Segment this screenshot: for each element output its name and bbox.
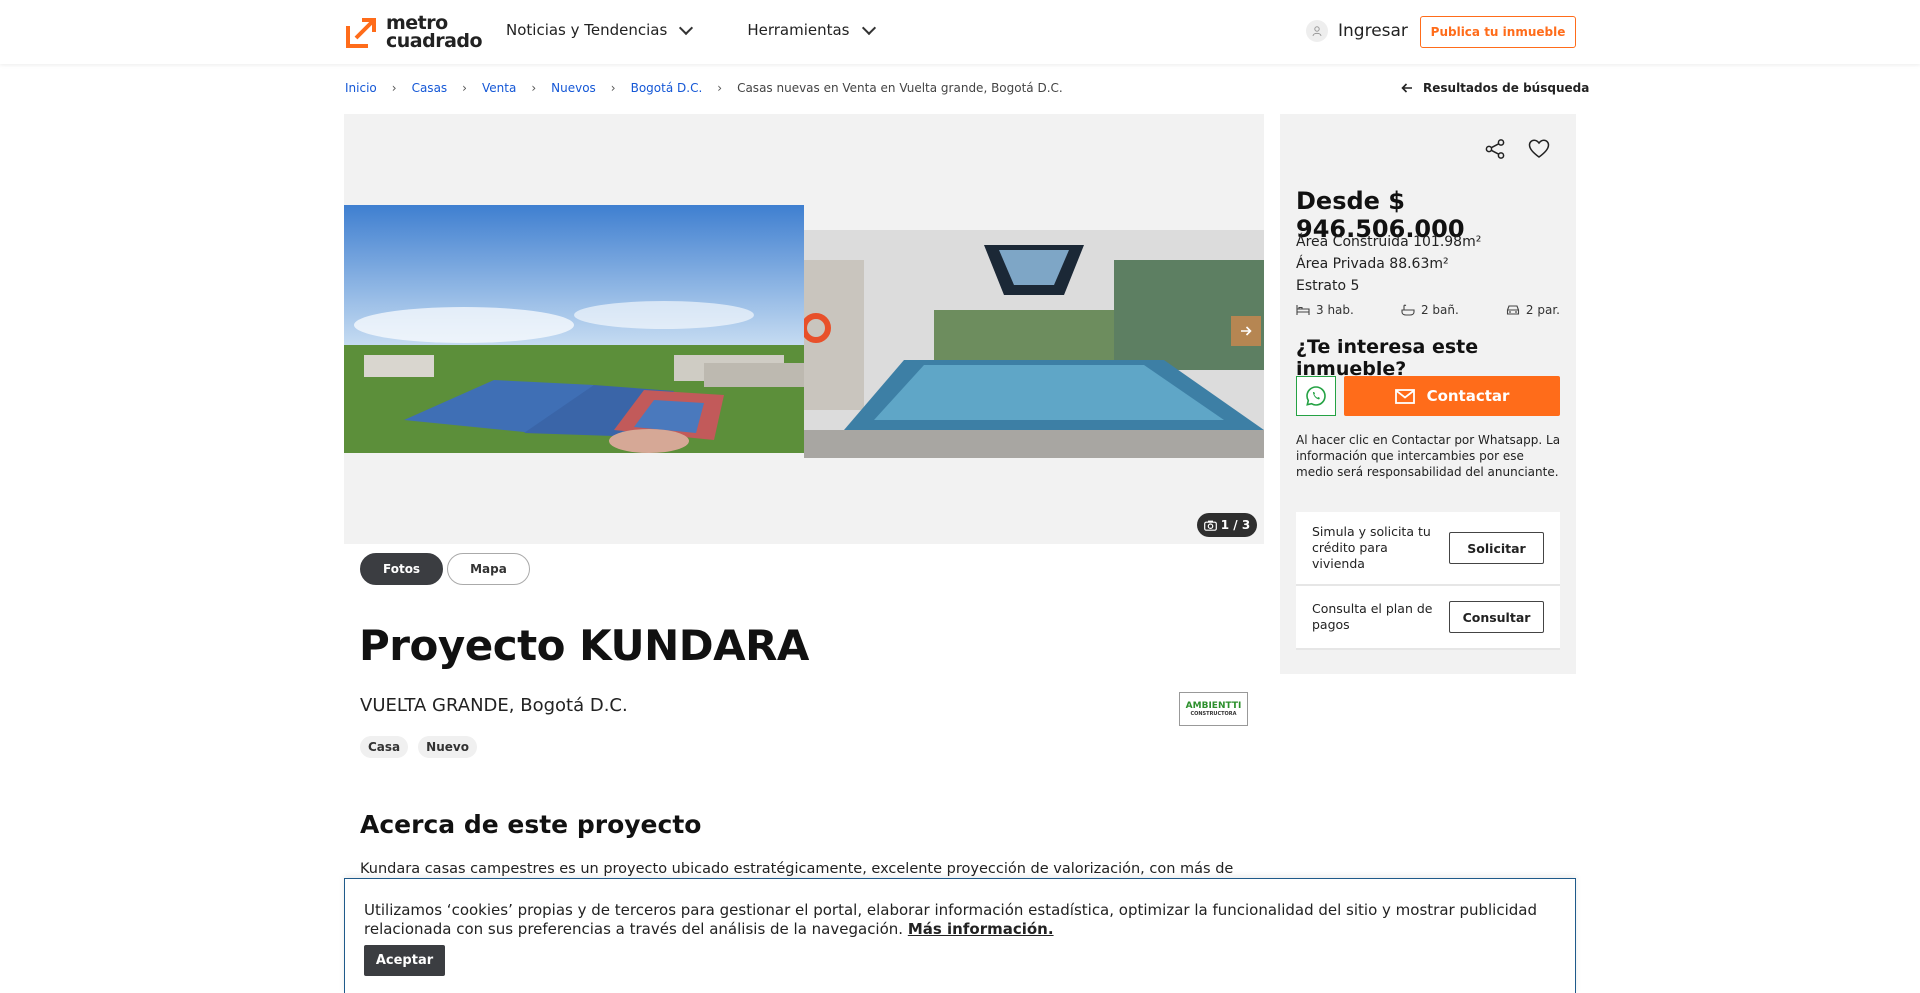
area-private: Área Privada 88.63m² xyxy=(1296,256,1449,272)
solicitar-button[interactable]: Solicitar xyxy=(1449,532,1544,564)
nav-news[interactable]: Noticias y Tendencias xyxy=(506,20,694,39)
back-to-results-link[interactable]: Resultados de búsqueda xyxy=(1401,81,1589,95)
publish-button[interactable]: Publica tu inmueble xyxy=(1420,16,1576,48)
photo-indoor-pool[interactable] xyxy=(804,200,1264,458)
breadcrumb-separator: › xyxy=(717,81,723,95)
area-built: Área Construida 101.98m² xyxy=(1296,234,1482,250)
breadcrumb-nuevos[interactable]: Nuevos xyxy=(551,81,596,95)
cookie-more-info-link[interactable]: Más información. xyxy=(908,920,1054,938)
breadcrumb-separator: › xyxy=(391,81,397,95)
logo-icon xyxy=(346,18,376,48)
site-header: metro cuadrado Noticias y Tendencias Her… xyxy=(0,0,1920,64)
photo-counter-text: 1 / 3 xyxy=(1220,518,1251,532)
photo-counter: 1 / 3 xyxy=(1197,513,1257,537)
tag-nuevo: Nuevo xyxy=(418,736,477,758)
breadcrumb: Inicio › Casas › Venta › Nuevos › Bogotá… xyxy=(345,81,1063,95)
site-logo[interactable]: metro cuadrado xyxy=(344,14,483,52)
tab-fotos[interactable]: Fotos xyxy=(360,553,444,585)
rooms-label: 3 hab. xyxy=(1316,303,1354,317)
tab-mapa[interactable]: Mapa xyxy=(447,553,530,585)
about-text: Kundara casas campestres es un proyecto … xyxy=(360,861,1234,877)
arrow-right-icon xyxy=(1241,326,1252,336)
whatsapp-icon xyxy=(1306,386,1326,406)
contact-label: Contactar xyxy=(1426,387,1510,405)
consultar-button[interactable]: Consultar xyxy=(1449,601,1544,633)
property-tags: Casa Nuevo xyxy=(360,736,477,758)
photo-gallery[interactable]: 1 / 3 xyxy=(344,114,1264,544)
payment-plan-row: Consulta el plan de pagos Consultar xyxy=(1296,586,1560,650)
nav-news-label: Noticias y Tendencias xyxy=(506,21,668,39)
builder-logo-text: AMBIENTTI xyxy=(1185,701,1242,711)
chevron-down-icon xyxy=(861,20,876,35)
media-tabs: Fotos Mapa xyxy=(360,553,530,585)
cookie-banner: Utilizamos ‘cookies’ propias y de tercer… xyxy=(344,878,1576,993)
breadcrumb-separator: › xyxy=(531,81,537,95)
breadcrumb-venta[interactable]: Venta xyxy=(482,81,516,95)
whatsapp-button[interactable] xyxy=(1296,376,1336,416)
builder-logo[interactable]: AMBIENTTI CONSTRUCTORA xyxy=(1179,692,1248,726)
arrow-left-icon xyxy=(1401,83,1412,93)
breadcrumb-bogota[interactable]: Bogotá D.C. xyxy=(631,81,703,95)
heart-icon[interactable] xyxy=(1528,138,1550,160)
credit-text: Simula y solicita tu crédito para vivien… xyxy=(1312,524,1431,571)
bath-icon xyxy=(1401,304,1415,316)
estrato: Estrato 5 xyxy=(1296,278,1360,294)
car-icon xyxy=(1506,305,1519,315)
back-to-results-label: Resultados de búsqueda xyxy=(1423,81,1590,95)
user-icon xyxy=(1306,20,1328,42)
main-nav: Noticias y Tendencias Herramientas xyxy=(506,20,876,39)
mail-icon xyxy=(1394,388,1415,404)
chevron-down-icon xyxy=(679,20,694,35)
feature-baths: 2 bañ. xyxy=(1401,303,1459,317)
parking-label: 2 par. xyxy=(1525,303,1560,317)
breadcrumb-inicio[interactable]: Inicio xyxy=(345,81,377,95)
feature-parking: 2 par. xyxy=(1506,303,1560,317)
share-icon[interactable] xyxy=(1484,138,1506,160)
plan-text: Consulta el plan de pagos xyxy=(1312,601,1433,632)
financing-options: Simula y solicita tu crédito para vivien… xyxy=(1296,512,1560,650)
breadcrumb-casas[interactable]: Casas xyxy=(412,81,448,95)
tag-casa: Casa xyxy=(360,736,409,758)
project-title: Proyecto KUNDARA xyxy=(359,621,809,670)
photo-tennis-courts[interactable] xyxy=(344,205,804,453)
project-location: VUELTA GRANDE, Bogotá D.C. xyxy=(360,695,628,716)
accept-cookies-button[interactable]: Aceptar xyxy=(364,945,445,976)
breadcrumb-separator: › xyxy=(610,81,616,95)
breadcrumb-separator: › xyxy=(462,81,467,95)
whatsapp-disclaimer: Al hacer clic en Contactar por Whatsapp.… xyxy=(1296,433,1561,479)
bed-icon xyxy=(1296,305,1310,315)
login-button[interactable]: Ingresar xyxy=(1306,20,1408,42)
interest-title: ¿Te interesa este inmueble? xyxy=(1296,336,1479,380)
about-title: Acerca de este proyecto xyxy=(360,810,702,839)
contact-button[interactable]: Contactar xyxy=(1344,376,1560,416)
features-row: 3 hab. 2 bañ. 2 par. xyxy=(1296,303,1560,317)
camera-icon xyxy=(1203,520,1217,531)
breadcrumb-current: Casas nuevas en Venta en Vuelta grande, … xyxy=(737,81,1063,95)
logo-line2: cuadrado xyxy=(386,30,483,52)
login-label: Ingresar xyxy=(1338,21,1408,41)
builder-logo-sub: CONSTRUCTORA xyxy=(1190,711,1237,717)
nav-tools[interactable]: Herramientas xyxy=(747,20,876,39)
feature-rooms: 3 hab. xyxy=(1296,303,1354,317)
nav-tools-label: Herramientas xyxy=(747,21,850,39)
baths-label: 2 bañ. xyxy=(1420,303,1459,317)
credit-row: Simula y solicita tu crédito para vivien… xyxy=(1296,512,1560,586)
gallery-next-button[interactable] xyxy=(1231,316,1261,346)
price-card: Desde $ 946.506.000 Área Construida 101.… xyxy=(1280,114,1576,674)
